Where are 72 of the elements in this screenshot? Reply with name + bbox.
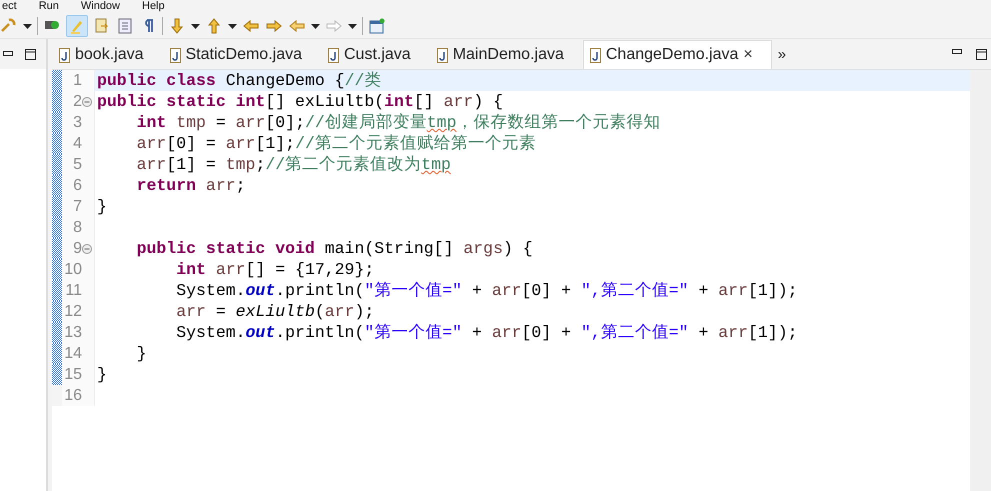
editor-tab[interactable]: ChangeDemo.java × <box>582 40 772 69</box>
tab-label: Cust.java <box>344 46 411 64</box>
editor-tab[interactable]: MainDemo.java <box>430 40 583 69</box>
java-file-icon <box>590 48 601 62</box>
tab-label: StaticDemo.java <box>186 46 302 64</box>
code-line: System.out.println("第一个值=" + arr[0] + ",第二个值=" + arr[1]); <box>175 322 799 343</box>
line-number: 11 <box>64 282 82 300</box>
editor-tab[interactable]: book.java <box>52 40 162 69</box>
editor-tab[interactable]: Cust.java <box>321 40 430 69</box>
tab-label: MainDemo.java <box>452 46 564 64</box>
code-line: } <box>136 343 148 364</box>
tab-overflow-button[interactable]: » <box>778 46 786 62</box>
line-number: 13 <box>63 324 82 342</box>
fold-icon[interactable] <box>82 96 92 106</box>
java-file-icon <box>170 48 180 62</box>
code-line: arr[1] = tmp;//第二个元素值改为 tmp <box>136 154 452 175</box>
line-number: 8 <box>72 218 82 236</box>
line-number: 14 <box>63 344 82 362</box>
caret-icon[interactable] <box>228 24 237 28</box>
code-line: arr = exLiultb(arr); <box>175 301 376 322</box>
line-number: 5 <box>72 156 82 174</box>
line-number: 1 <box>72 72 82 90</box>
code-line: public static int[] exLiultb(int[] arr) { <box>96 91 504 112</box>
line-number: 6 <box>72 176 82 194</box>
caret-icon[interactable] <box>311 24 320 28</box>
maximize-icon[interactable] <box>25 48 36 60</box>
line-number: 7 <box>72 198 82 216</box>
code-line: } <box>96 196 108 217</box>
java-file-icon <box>328 48 339 62</box>
menu-item[interactable]: Run <box>38 0 59 14</box>
tab-label: book.java <box>75 46 144 64</box>
caret-icon[interactable] <box>348 24 357 28</box>
maximize-icon[interactable] <box>976 48 987 60</box>
scrollbar[interactable] <box>970 70 991 491</box>
tab-label: ChangeDemo.java <box>606 46 738 64</box>
java-file-icon <box>436 48 448 62</box>
caret-icon[interactable] <box>23 24 32 28</box>
back-arrow-icon[interactable] <box>242 17 260 35</box>
arrow-up-icon[interactable] <box>205 17 223 35</box>
minimize-icon[interactable] <box>952 48 962 54</box>
minimize-icon[interactable] <box>3 51 13 57</box>
line-number: 2 <box>72 92 82 110</box>
highlight-toggle[interactable] <box>66 15 88 37</box>
code-line: int tmp = arr[0];//创建局部变量tmp，保存数组第一个元素得知 <box>136 112 662 133</box>
menu-item[interactable]: Window <box>80 0 120 14</box>
window-icon[interactable] <box>368 17 386 35</box>
document-arrow-icon[interactable] <box>93 17 111 35</box>
highlighter-icon <box>69 18 85 34</box>
code-line: int arr[] = {17,29}; <box>175 259 376 280</box>
line-number: 10 <box>63 260 82 278</box>
back-arrow-icon[interactable] <box>288 17 306 35</box>
code-line: System.out.println("第一个值=" + arr[0] + ",第二个值=" + arr[1]); <box>175 280 799 301</box>
line-number: 3 <box>72 114 82 132</box>
line-number: 15 <box>63 366 82 384</box>
caret-icon[interactable] <box>191 24 200 28</box>
code-line: public static void main(String[] args) { <box>136 238 534 259</box>
fold-icon[interactable] <box>82 244 92 254</box>
line-number: 9 <box>72 240 82 258</box>
line-number: 4 <box>72 134 82 152</box>
java-file-icon <box>59 48 70 62</box>
document-icon[interactable] <box>116 17 134 35</box>
code-line: arr[0] = arr[1];//第二个元素值赋给第一个元素 <box>136 133 537 154</box>
menu-item[interactable]: Help <box>142 0 165 14</box>
code-line: } <box>96 364 108 385</box>
editor-tab[interactable]: StaticDemo.java <box>162 40 321 69</box>
code-line: return arr; <box>136 175 247 196</box>
menu-item[interactable]: ect <box>2 0 17 14</box>
arrow-down-icon[interactable] <box>168 17 186 35</box>
line-number: 12 <box>63 302 82 320</box>
line-number: 16 <box>63 386 82 404</box>
forward-arrow-icon[interactable] <box>265 17 283 35</box>
close-button[interactable]: × <box>743 46 753 64</box>
